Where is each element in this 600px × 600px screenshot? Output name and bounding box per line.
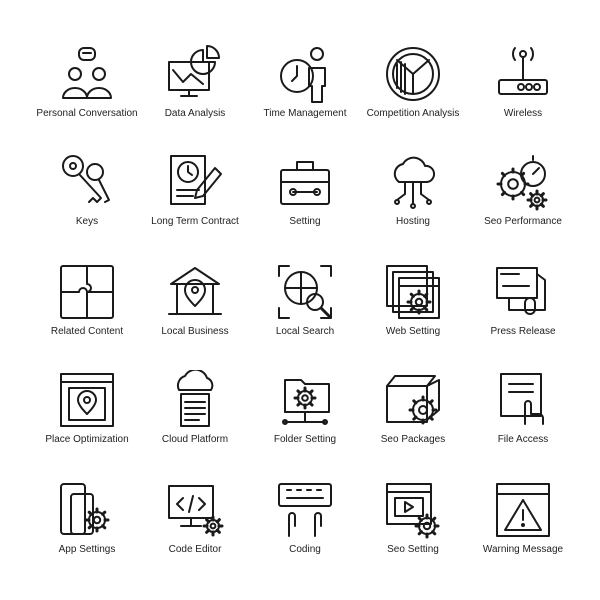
browser-warning-icon (496, 483, 550, 537)
file-hand-icon (500, 373, 544, 425)
toolbox-icon (280, 161, 330, 205)
icon-label: Seo Performance (484, 216, 562, 227)
icon-item-cloud-platform: Cloud Platform (135, 362, 255, 470)
cloud-document-icon (176, 370, 214, 427)
monitor-code-icon (168, 485, 224, 537)
icon-item-setting: Setting (245, 144, 365, 252)
folder-gear-icon (282, 379, 330, 425)
contract-clock-icon (170, 155, 222, 205)
icon-item-related-content: Related Content (27, 254, 147, 362)
icon-item-place-optimization: Place Optimization (27, 362, 147, 470)
icon-item-time-management: Time Management (245, 36, 365, 144)
keys-icon (62, 155, 110, 203)
icon-item-seo-setting: Seo Setting (353, 472, 473, 580)
box-gear-icon (386, 375, 440, 425)
bank-pin-icon (168, 267, 222, 315)
icon-item-web-setting: Web Setting (353, 254, 473, 362)
icon-item-local-business: Local Business (135, 254, 255, 362)
browser-pin-icon (60, 373, 114, 427)
video-gear-icon (386, 483, 440, 539)
icon-label: Press Release (490, 326, 556, 337)
icon-item-keys: Keys (27, 144, 147, 252)
keyboard-hands-icon (278, 483, 332, 537)
icon-item-competition-analysis: Competition Analysis (353, 36, 473, 144)
monitor-chart-icon (168, 45, 220, 97)
icon-item-seo-packages: Seo Packages (353, 362, 473, 470)
pie-chart-icon (386, 47, 440, 101)
phone-gear-icon (60, 483, 110, 535)
globe-search-icon (278, 265, 332, 319)
icon-item-long-term-contract: Long Term Contract (135, 144, 255, 252)
cloud-network-icon (393, 156, 436, 209)
router-icon (498, 47, 548, 95)
icon-item-file-access: File Access (463, 362, 583, 470)
icon-item-seo-performance: Seo Performance (463, 144, 583, 252)
icon-item-hosting: Hosting (353, 144, 473, 252)
icon-item-warning-message: Warning Message (463, 472, 583, 580)
puzzle-icon (60, 265, 114, 319)
icon-item-press-release: Press Release (463, 254, 583, 362)
icon-item-code-editor: Code Editor (135, 472, 255, 580)
icon-item-coding: Coding (245, 472, 365, 580)
icon-label: Wireless (503, 108, 543, 119)
icon-item-app-settings: App Settings (27, 472, 147, 580)
icon-item-folder-setting: Folder Setting (245, 362, 365, 470)
icon-label: Warning Message (482, 544, 564, 555)
icon-item-data-analysis: Data Analysis (135, 36, 255, 144)
icon-item-wireless: Wireless (463, 36, 583, 144)
people-chat-icon (62, 47, 112, 99)
gears-stopwatch-icon (496, 155, 548, 211)
icon-label: File Access (497, 434, 549, 445)
icon-item-local-search: Local Search (245, 254, 365, 362)
icon-item-personal-conversation: Personal Conversation (27, 36, 147, 144)
browser-gear-icon (386, 265, 440, 319)
clock-person-icon (280, 47, 326, 103)
press-document-icon (496, 267, 546, 315)
